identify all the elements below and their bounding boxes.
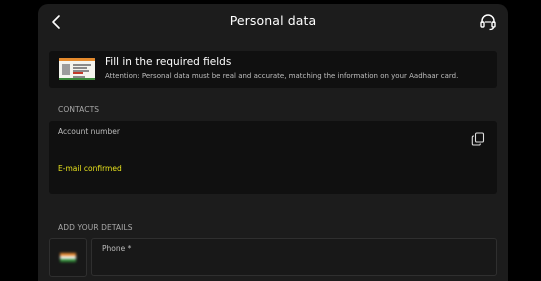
phone-label: Phone * (102, 244, 132, 253)
notice-title: Fill in the required fields (105, 56, 232, 68)
header: Personal data (38, 4, 508, 40)
contacts-section-label: CONTACTS (58, 105, 100, 114)
details-section-label: ADD YOUR DETAILS (58, 223, 133, 232)
page-title: Personal data (229, 13, 317, 28)
notice-subtitle: Attention: Personal data must be real an… (105, 72, 459, 80)
country-code-selector[interactable] (49, 238, 87, 277)
headset-icon (480, 14, 496, 31)
account-number-label: Account number (58, 127, 120, 136)
contacts-card: Account number E-mail confirmed (49, 121, 497, 194)
support-button[interactable] (478, 12, 498, 32)
copy-button[interactable] (471, 131, 485, 146)
email-confirmed-status: E-mail confirmed (58, 164, 122, 173)
required-fields-notice: Fill in the required fields Attention: P… (49, 51, 497, 88)
personal-data-panel: Personal data Fill in the required field… (38, 4, 508, 281)
aadhaar-card-icon (59, 58, 95, 80)
copy-icon (471, 132, 485, 146)
india-flag-icon (60, 253, 76, 262)
phone-input[interactable]: Phone * (91, 238, 497, 276)
